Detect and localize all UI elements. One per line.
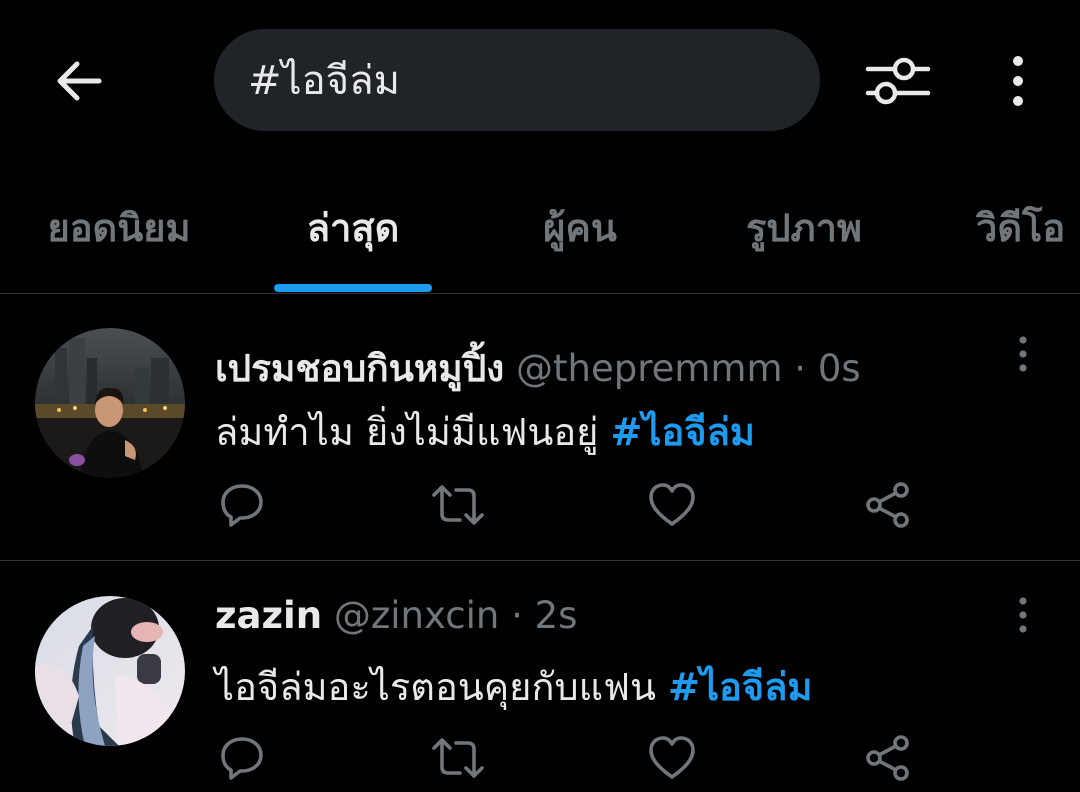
display-name[interactable]: zazin bbox=[215, 594, 322, 637]
avatar[interactable] bbox=[35, 328, 185, 478]
reply-button[interactable] bbox=[212, 728, 272, 788]
tweet-more-button[interactable] bbox=[1006, 590, 1040, 640]
display-name[interactable]: เปรมชอบกินหมูปิ้ง bbox=[215, 347, 504, 390]
tweet-text-content: ล่มทำไม ยิ่งไม่มีแฟนอยู่ bbox=[215, 410, 611, 454]
share-button[interactable] bbox=[858, 728, 918, 788]
retweet-button[interactable] bbox=[428, 475, 488, 535]
hashtag-link[interactable]: #ไอจีล่ม bbox=[668, 665, 812, 709]
search-header: #ไอจีล่ม bbox=[0, 0, 1080, 160]
app-root: #ไอจีล่ม ยอดนิยม ล่าสุด ผู้คน รูปภาพ วิด… bbox=[0, 0, 1080, 792]
tab-latest[interactable]: ล่าสุด bbox=[274, 160, 432, 294]
search-input[interactable]: #ไอจีล่ม bbox=[214, 29, 820, 131]
tweet-header: เปรมชอบกินหมูปิ้ง @thepremmm · 0s bbox=[215, 339, 861, 398]
active-tab-indicator bbox=[274, 284, 432, 292]
user-handle[interactable]: @thepremmm bbox=[516, 347, 783, 390]
heart-icon bbox=[649, 736, 695, 779]
avatar[interactable] bbox=[35, 596, 185, 746]
search-filter-button[interactable] bbox=[858, 46, 938, 116]
tab-top[interactable]: ยอดนิยม bbox=[28, 160, 210, 294]
reply-button[interactable] bbox=[212, 475, 272, 535]
sliders-icon bbox=[865, 57, 931, 105]
tab-photos[interactable]: รูปภาพ bbox=[722, 160, 886, 294]
reply-icon bbox=[221, 484, 263, 527]
arrow-left-icon bbox=[57, 61, 102, 101]
tweet-actions bbox=[0, 475, 1080, 535]
like-button[interactable] bbox=[642, 475, 702, 535]
tweet-text: ไอจีล่มอะไรตอนคุยกับแฟน #ไอจีล่ม bbox=[215, 656, 812, 717]
retweet-icon bbox=[432, 738, 484, 778]
tweet-text: ล่มทำไม ยิ่งไม่มีแฟนอยู่ #ไอจีล่ม bbox=[215, 401, 755, 462]
heart-icon bbox=[649, 483, 695, 526]
tweet-timestamp: 2s bbox=[534, 594, 578, 637]
more-options-button[interactable] bbox=[992, 46, 1044, 116]
user-handle[interactable]: @zinxcin bbox=[334, 594, 499, 637]
tab-people[interactable]: ผู้คน bbox=[520, 160, 640, 294]
like-button[interactable] bbox=[642, 728, 702, 788]
tweet-actions bbox=[0, 728, 1080, 788]
back-button[interactable] bbox=[44, 46, 114, 116]
share-icon bbox=[866, 482, 909, 528]
tab-videos[interactable]: วิดีโอ bbox=[976, 160, 1080, 294]
hashtag-link[interactable]: #ไอจีล่ม bbox=[611, 410, 755, 454]
tweet-timestamp: 0s bbox=[817, 347, 861, 390]
more-vertical-icon bbox=[1019, 597, 1027, 633]
tweet[interactable]: เปรมชอบกินหมูปิ้ง @thepremmm · 0s ล่มทำไ… bbox=[0, 295, 1080, 561]
tweet-text-content: ไอจีล่มอะไรตอนคุยกับแฟน bbox=[215, 665, 669, 709]
more-vertical-icon bbox=[1019, 336, 1027, 372]
share-button[interactable] bbox=[858, 475, 918, 535]
search-tabs: ยอดนิยม ล่าสุด ผู้คน รูปภาพ วิดีโอ bbox=[0, 160, 1080, 294]
more-vertical-icon bbox=[1013, 56, 1023, 106]
tweet-more-button[interactable] bbox=[1006, 329, 1040, 379]
tweet[interactable]: zazin @zinxcin · 2s ไอจีล่มอะไรตอนคุยกับ… bbox=[0, 562, 1080, 792]
tweet-header: zazin @zinxcin · 2s bbox=[215, 594, 577, 637]
retweet-icon bbox=[432, 485, 484, 525]
share-icon bbox=[866, 735, 909, 781]
search-query-text: #ไอจีล่ม bbox=[248, 58, 400, 104]
retweet-button[interactable] bbox=[428, 728, 488, 788]
separator-dot: · bbox=[794, 347, 807, 390]
separator-dot: · bbox=[511, 594, 523, 637]
reply-icon bbox=[221, 737, 263, 780]
